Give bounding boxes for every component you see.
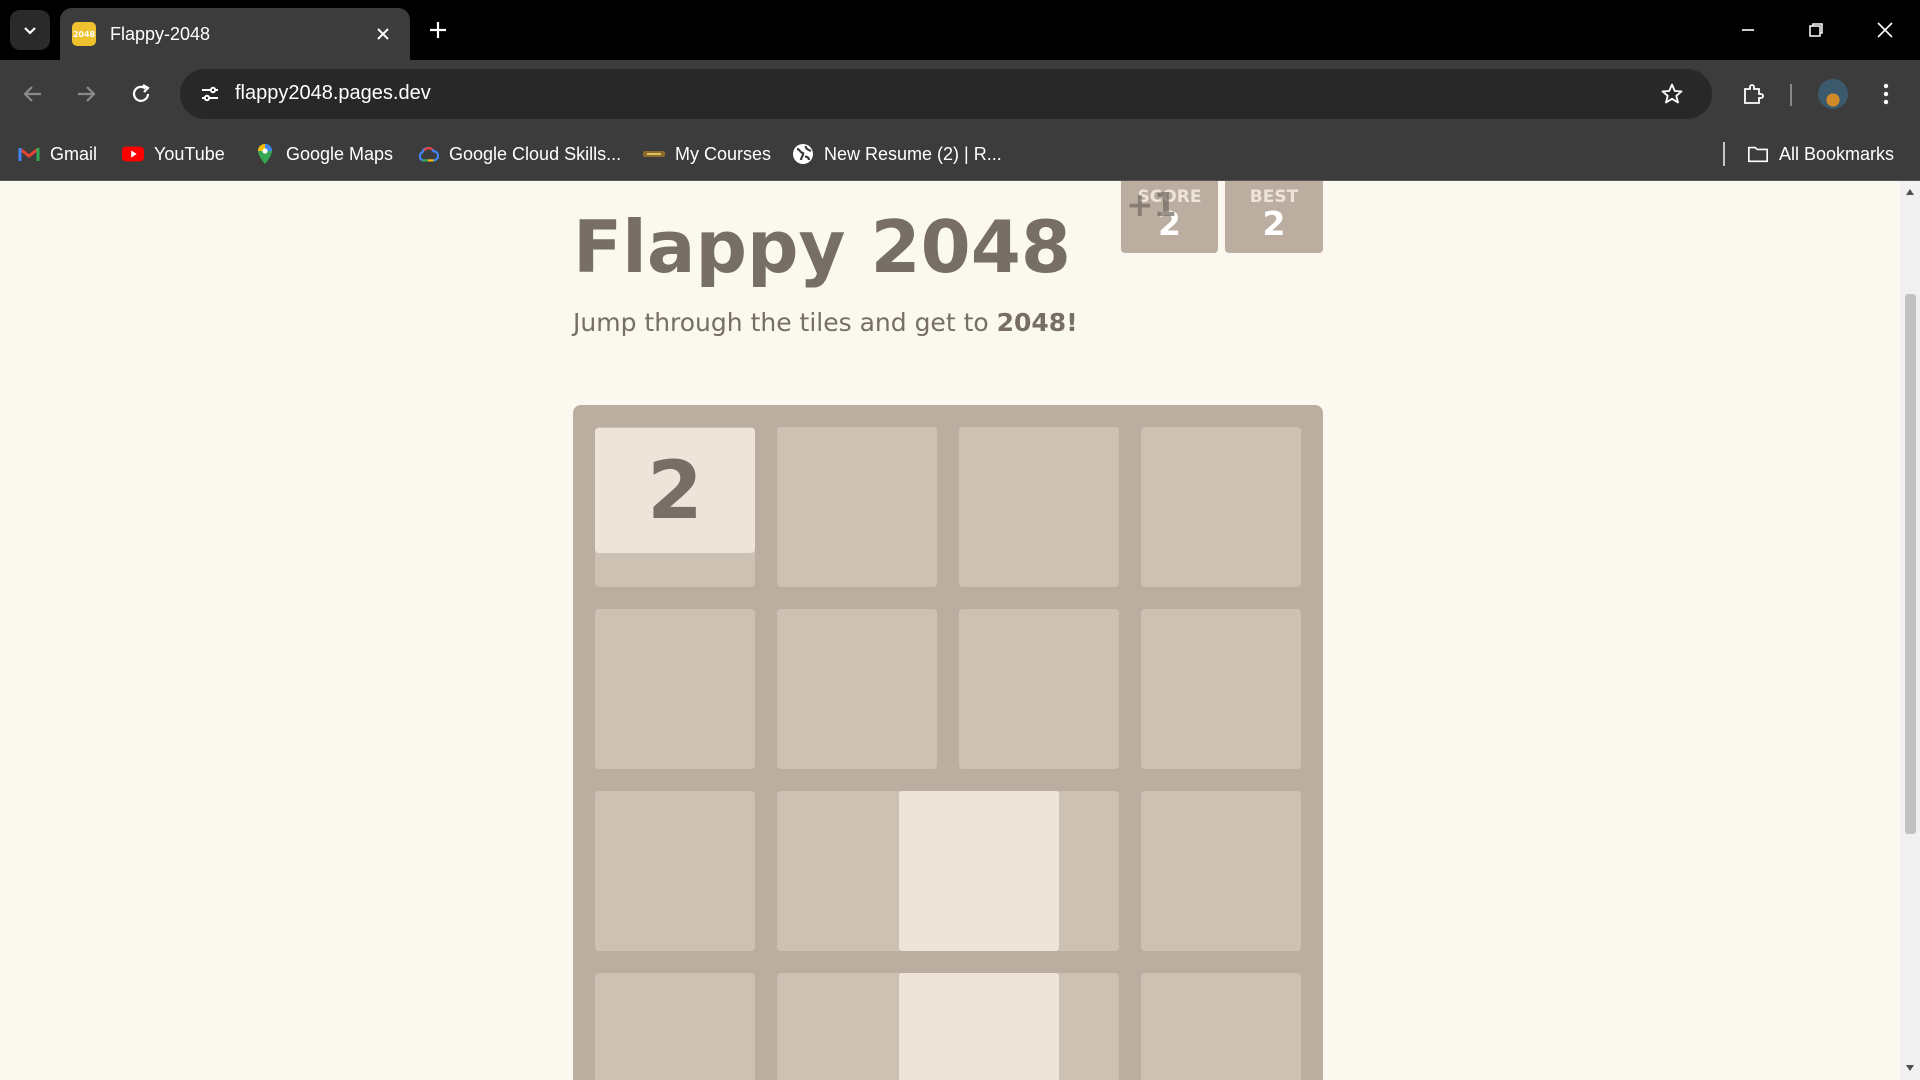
favicon-icon: 2048 [72, 22, 96, 46]
reload-button[interactable] [121, 74, 161, 114]
close-icon [377, 28, 389, 40]
arrow-right-icon [78, 86, 96, 102]
bookmark-label: Google Maps [286, 143, 394, 164]
all-bookmarks-label: All Bookmarks [1779, 143, 1895, 164]
star-icon [1661, 83, 1683, 104]
best-box: BEST 2 [1225, 181, 1323, 253]
obstacle-tile [899, 973, 1059, 1080]
scroll-thumb[interactable] [1905, 294, 1916, 834]
close-window-icon [1877, 22, 1893, 38]
obstacle-tile [899, 791, 1059, 951]
reload-icon [132, 84, 150, 102]
grid-cell [1141, 791, 1301, 951]
tab-strip: 2048 Flappy-2048 [0, 0, 1920, 60]
bookmark-my-courses[interactable]: My Courses [643, 138, 771, 170]
player-tile: 2 [595, 428, 755, 553]
triangle-up-icon [1906, 189, 1914, 195]
best-value: 2 [1262, 204, 1286, 243]
bookmark-label: YouTube [154, 143, 225, 164]
grid-cell [1141, 427, 1301, 587]
scroll-up-arrow[interactable] [1905, 187, 1915, 197]
folder-icon [1747, 143, 1769, 165]
puzzle-icon [1744, 84, 1764, 104]
minimize-button[interactable] [1724, 10, 1772, 50]
vertical-scrollbar[interactable] [1900, 181, 1920, 1080]
grid-cell [595, 609, 755, 769]
bookmark-google-cloud-skills[interactable]: Google Cloud Skills... [417, 138, 621, 170]
minimize-icon [1742, 29, 1754, 31]
bookmark-label: My Courses [675, 143, 772, 164]
active-tab[interactable]: 2048 Flappy-2048 [60, 8, 410, 60]
grid-cell [777, 609, 937, 769]
youtube-icon [122, 143, 144, 165]
bookmark-youtube[interactable]: YouTube [122, 138, 225, 170]
bookmark-label: New Resume (2) | R... [824, 143, 1002, 164]
score-addition: +1 [1126, 185, 1177, 224]
tab-close-button[interactable] [368, 19, 398, 49]
grid-cell [595, 973, 755, 1080]
bookmark-label: Google Cloud Skills... [449, 143, 622, 164]
scroll-down-arrow[interactable] [1905, 1063, 1915, 1073]
new-tab-button[interactable] [422, 14, 454, 46]
score-box: SCORE 2 +1 [1121, 181, 1218, 253]
toolbar-divider [1790, 84, 1792, 106]
grid-cell [1141, 973, 1301, 1080]
courses-icon [643, 143, 665, 165]
all-bookmarks-button[interactable]: All Bookmarks [1747, 138, 1894, 170]
avatar [1818, 79, 1848, 109]
profile-button[interactable] [1813, 74, 1853, 114]
subtitle-text: Jump through the tiles and get to [573, 308, 997, 337]
menu-button[interactable] [1866, 74, 1906, 114]
grid-cell [777, 427, 937, 587]
chevron-down-icon [24, 27, 36, 35]
grid-cell [959, 609, 1119, 769]
extensions-button[interactable] [1733, 74, 1773, 114]
cloud-icon [417, 143, 439, 165]
url-text: flappy2048.pages.dev [235, 82, 431, 104]
game-board[interactable]: 2 [573, 405, 1323, 1080]
gmail-icon [18, 143, 40, 165]
tab-search-button[interactable] [10, 10, 50, 50]
game-subtitle: Jump through the tiles and get to 2048! [573, 308, 1078, 337]
plus-icon [430, 22, 446, 38]
bookmark-label: Gmail [50, 143, 98, 164]
forward-button[interactable] [66, 74, 106, 114]
tab-title: Flappy-2048 [110, 23, 211, 44]
close-window-button[interactable] [1861, 10, 1909, 50]
site-info-button[interactable] [190, 74, 230, 114]
more-vertical-icon [1883, 83, 1889, 105]
grid-cell [595, 791, 755, 951]
subtitle-goal: 2048! [996, 308, 1078, 337]
restore-button[interactable] [1792, 10, 1840, 50]
bookmark-google-maps[interactable]: Google Maps [254, 138, 393, 170]
page-viewport: Flappy 2048 SCORE 2 +1 BEST 2 Jump throu… [0, 181, 1900, 1080]
bookmarks-bar: Gmail YouTube Google Maps Google Cloud S… [0, 128, 1920, 181]
game-title: Flappy 2048 [573, 205, 1071, 289]
bookmarks-divider [1723, 142, 1725, 166]
restore-icon [1809, 23, 1823, 37]
tune-icon [202, 86, 218, 102]
bookmark-new-resume[interactable]: New Resume (2) | R... [792, 138, 1002, 170]
bookmark-star-button[interactable] [1652, 74, 1692, 114]
browser-toolbar: flappy2048.pages.dev [0, 60, 1920, 128]
address-bar[interactable]: flappy2048.pages.dev [180, 69, 1712, 119]
maps-icon [254, 143, 276, 165]
grid-cell [1141, 609, 1301, 769]
bookmark-gmail[interactable]: Gmail [18, 138, 97, 170]
grid-cell [959, 427, 1119, 587]
triangle-down-icon [1906, 1065, 1914, 1071]
globe-icon [792, 143, 814, 165]
arrow-left-icon [23, 86, 41, 102]
back-button[interactable] [13, 74, 53, 114]
